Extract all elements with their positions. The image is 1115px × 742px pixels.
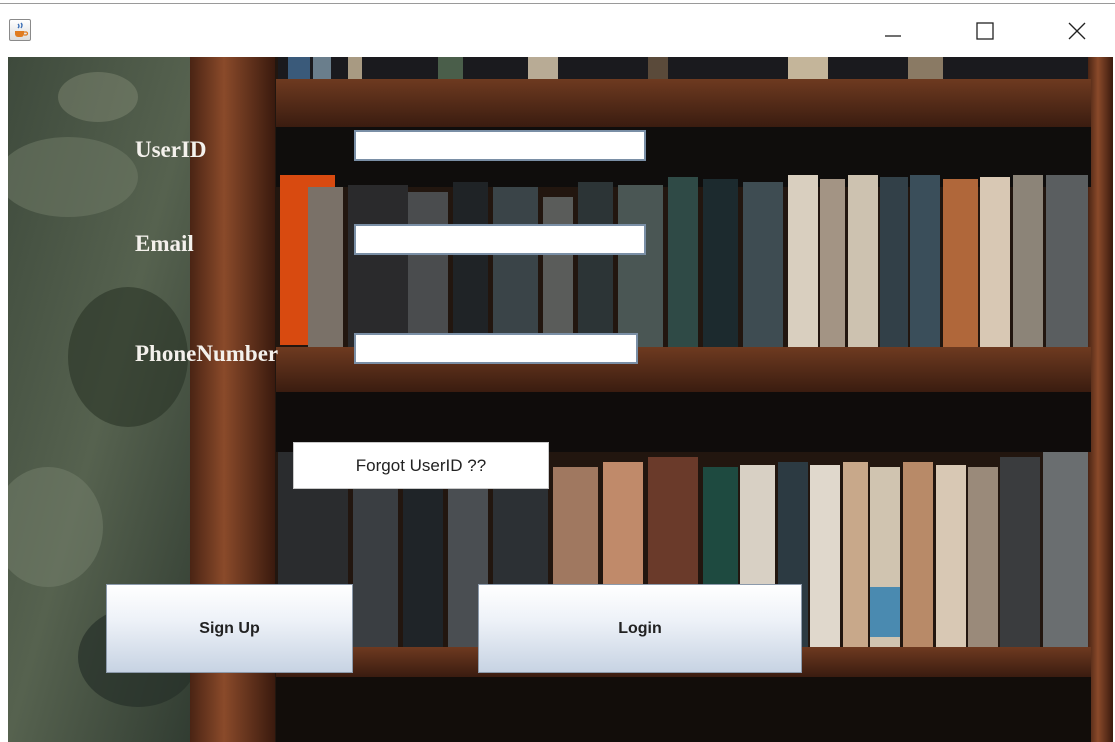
top-books [278, 57, 1088, 79]
login-button[interactable]: Login [478, 584, 802, 673]
minimize-button[interactable] [870, 8, 916, 54]
forgot-userid-button[interactable]: Forgot UserID ?? [293, 442, 549, 489]
userid-label: UserID [135, 137, 207, 162]
title-bar-top-border [0, 3, 1115, 4]
maximize-icon [976, 22, 994, 40]
middle-books [280, 175, 1088, 347]
userid-field[interactable] [354, 130, 646, 161]
close-button[interactable] [1054, 8, 1100, 54]
email-label: Email [135, 231, 194, 256]
phone-number-label: PhoneNumber [135, 341, 279, 366]
title-bar [0, 0, 1115, 57]
java-cup-icon[interactable] [9, 19, 31, 41]
maximize-button[interactable] [962, 8, 1008, 54]
email-field[interactable] [354, 224, 646, 255]
sign-up-button[interactable]: Sign Up [106, 584, 353, 673]
minimize-icon [885, 35, 901, 37]
phone-number-field[interactable] [354, 333, 638, 364]
close-icon [1068, 22, 1086, 40]
